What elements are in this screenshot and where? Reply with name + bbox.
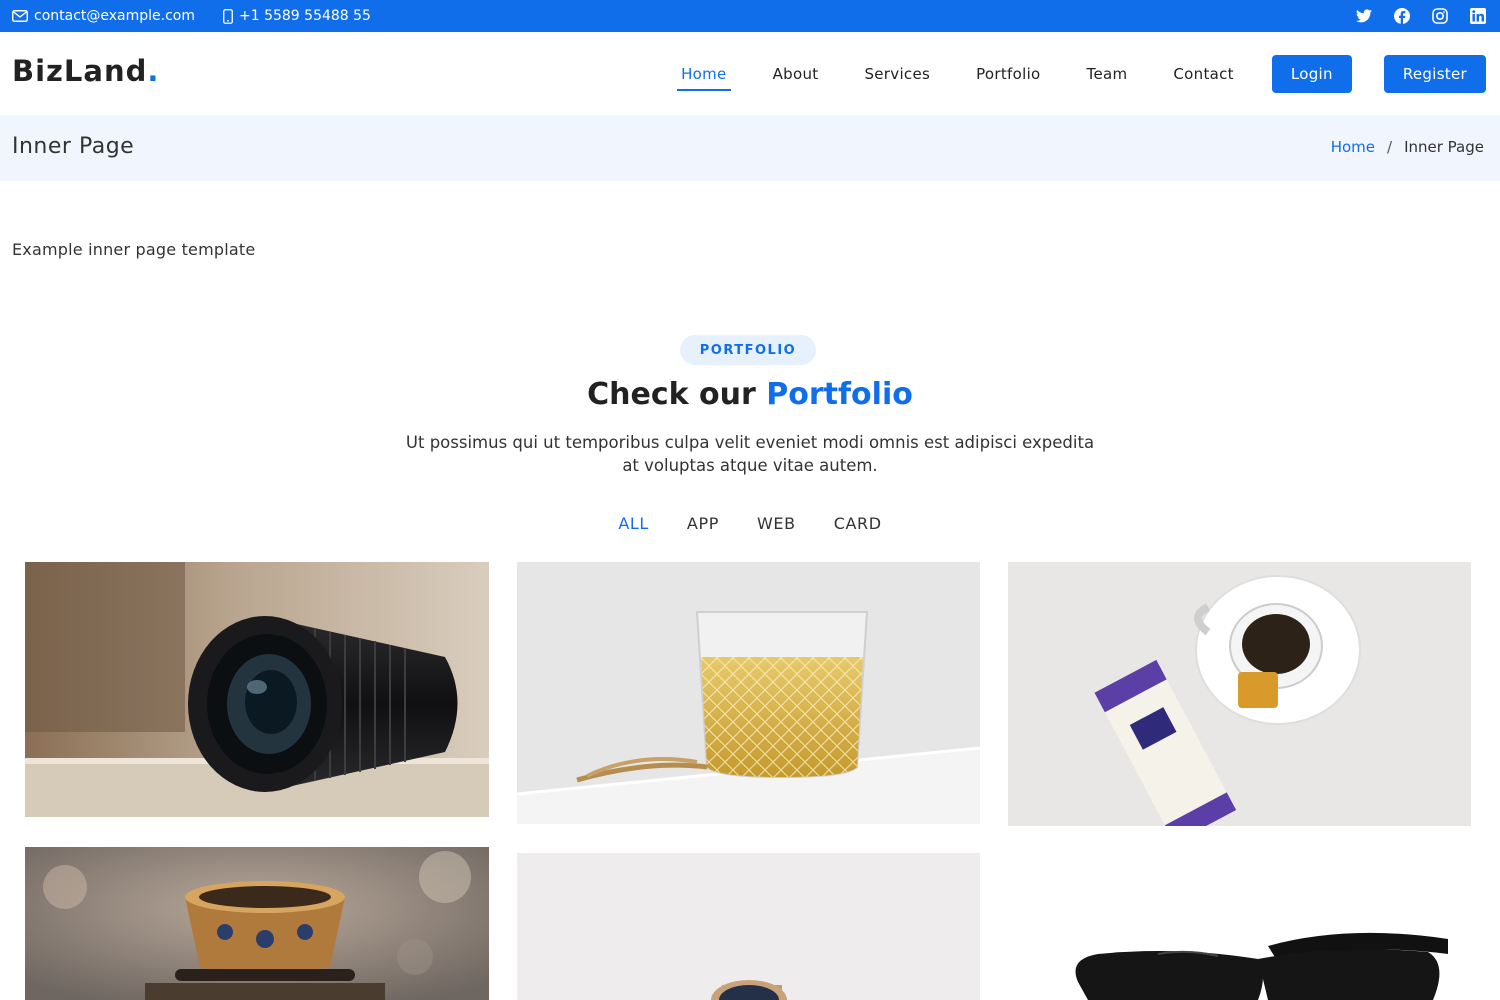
page-title: Inner Page <box>12 134 135 159</box>
camera-lens-image <box>25 562 489 817</box>
breadcrumb: Home / Inner Page <box>1331 138 1484 156</box>
breadcrumb-home-link[interactable]: Home <box>1331 138 1375 156</box>
portfolio-item-glass[interactable] <box>517 562 980 824</box>
portfolio-item-watch[interactable] <box>517 853 980 1000</box>
topbar-email-text[interactable]: contact@example.com <box>34 8 195 24</box>
envelope-icon <box>12 10 28 22</box>
sunglasses-image <box>1008 854 1471 1000</box>
nav-team[interactable]: Team <box>1083 59 1132 89</box>
nav-services[interactable]: Services <box>860 59 934 89</box>
section-description: Ut possimus qui ut temporibus culpa veli… <box>405 433 1095 475</box>
logo[interactable]: BizLand. <box>12 54 159 88</box>
login-button[interactable]: Login <box>1271 54 1352 93</box>
topbar-email[interactable]: contact@example.com <box>12 8 195 24</box>
portfolio-filters: ALL APP WEB CARD <box>0 514 1500 533</box>
social-links <box>1356 0 1486 32</box>
facebook-icon[interactable] <box>1394 8 1410 24</box>
header: BizLand. Home About Services Portfolio T… <box>0 32 1500 115</box>
filter-all[interactable]: ALL <box>618 514 649 533</box>
phone-icon <box>223 8 233 24</box>
filter-app[interactable]: APP <box>687 514 719 533</box>
section-badge: PORTFOLIO <box>680 335 816 365</box>
topbar: contact@example.com +1 5589 55488 55 <box>0 0 1500 32</box>
register-button[interactable]: Register <box>1383 54 1486 93</box>
breadcrumb-separator: / <box>1387 138 1393 156</box>
main-nav: Home About Services Portfolio Team Conta… <box>677 32 1486 115</box>
portfolio-item-lens[interactable] <box>25 562 489 817</box>
honeycomb-package-image <box>1008 562 1471 826</box>
portfolio-item-cup[interactable] <box>25 847 489 1000</box>
breadcrumb-bar: Inner Page Home / Inner Page <box>0 115 1500 181</box>
nav-portfolio[interactable]: Portfolio <box>972 59 1044 89</box>
nav-contact[interactable]: Contact <box>1169 59 1237 89</box>
glass-of-tea-image <box>517 562 980 824</box>
section-title: Check our Portfolio <box>0 377 1500 412</box>
topbar-contact: contact@example.com +1 5589 55488 55 <box>12 0 399 32</box>
breadcrumb-current: Inner Page <box>1404 138 1484 156</box>
logo-dot: . <box>147 54 160 88</box>
wristwatch-image <box>517 853 980 1000</box>
filter-card[interactable]: CARD <box>834 514 882 533</box>
instagram-icon[interactable] <box>1432 8 1448 24</box>
linkedin-icon[interactable] <box>1470 8 1486 24</box>
section-title-accent: Portfolio <box>766 377 913 412</box>
intro-text: Example inner page template <box>12 240 256 259</box>
section-title-plain: Check our <box>587 377 767 412</box>
topbar-phone-text[interactable]: +1 5589 55488 55 <box>239 8 371 24</box>
ornate-cup-image <box>25 847 489 1000</box>
portfolio-item-honeycomb[interactable] <box>1008 562 1471 826</box>
logo-text[interactable]: BizLand <box>12 54 147 88</box>
portfolio-item-sunglasses[interactable] <box>1008 854 1471 1000</box>
topbar-phone[interactable]: +1 5589 55488 55 <box>223 8 371 24</box>
twitter-icon[interactable] <box>1356 9 1372 23</box>
filter-web[interactable]: WEB <box>757 514 796 533</box>
nav-home[interactable]: Home <box>677 59 731 91</box>
nav-about[interactable]: About <box>769 59 823 89</box>
